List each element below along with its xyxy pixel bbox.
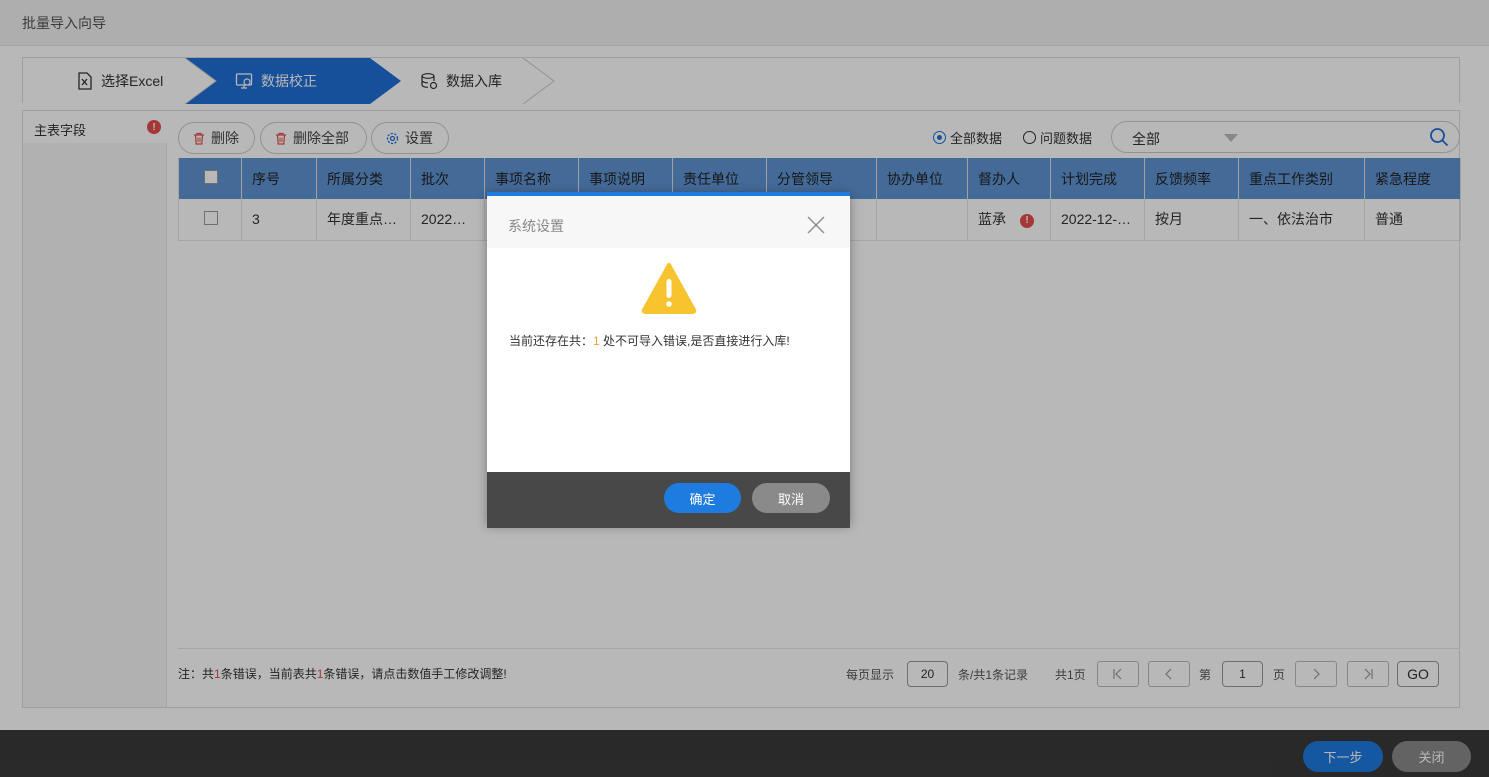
message-count: 1 [593,334,600,348]
system-settings-dialog: 系统设置 当前还存在共：1 处不可导入错误,是否直接进行入库! 确定 取消 [487,192,850,528]
dialog-title: 系统设置 [508,218,564,234]
message-suffix: 处不可导入错误,是否直接进行入库! [599,334,790,348]
confirm-button[interactable]: 确定 [664,483,741,513]
warning-icon [641,262,697,317]
close-icon[interactable] [807,216,825,237]
dialog-message: 当前还存在共：1 处不可导入错误,是否直接进行入库! [509,332,790,349]
cancel-button[interactable]: 取消 [752,483,830,513]
message-prefix: 当前还存在共： [509,334,594,348]
